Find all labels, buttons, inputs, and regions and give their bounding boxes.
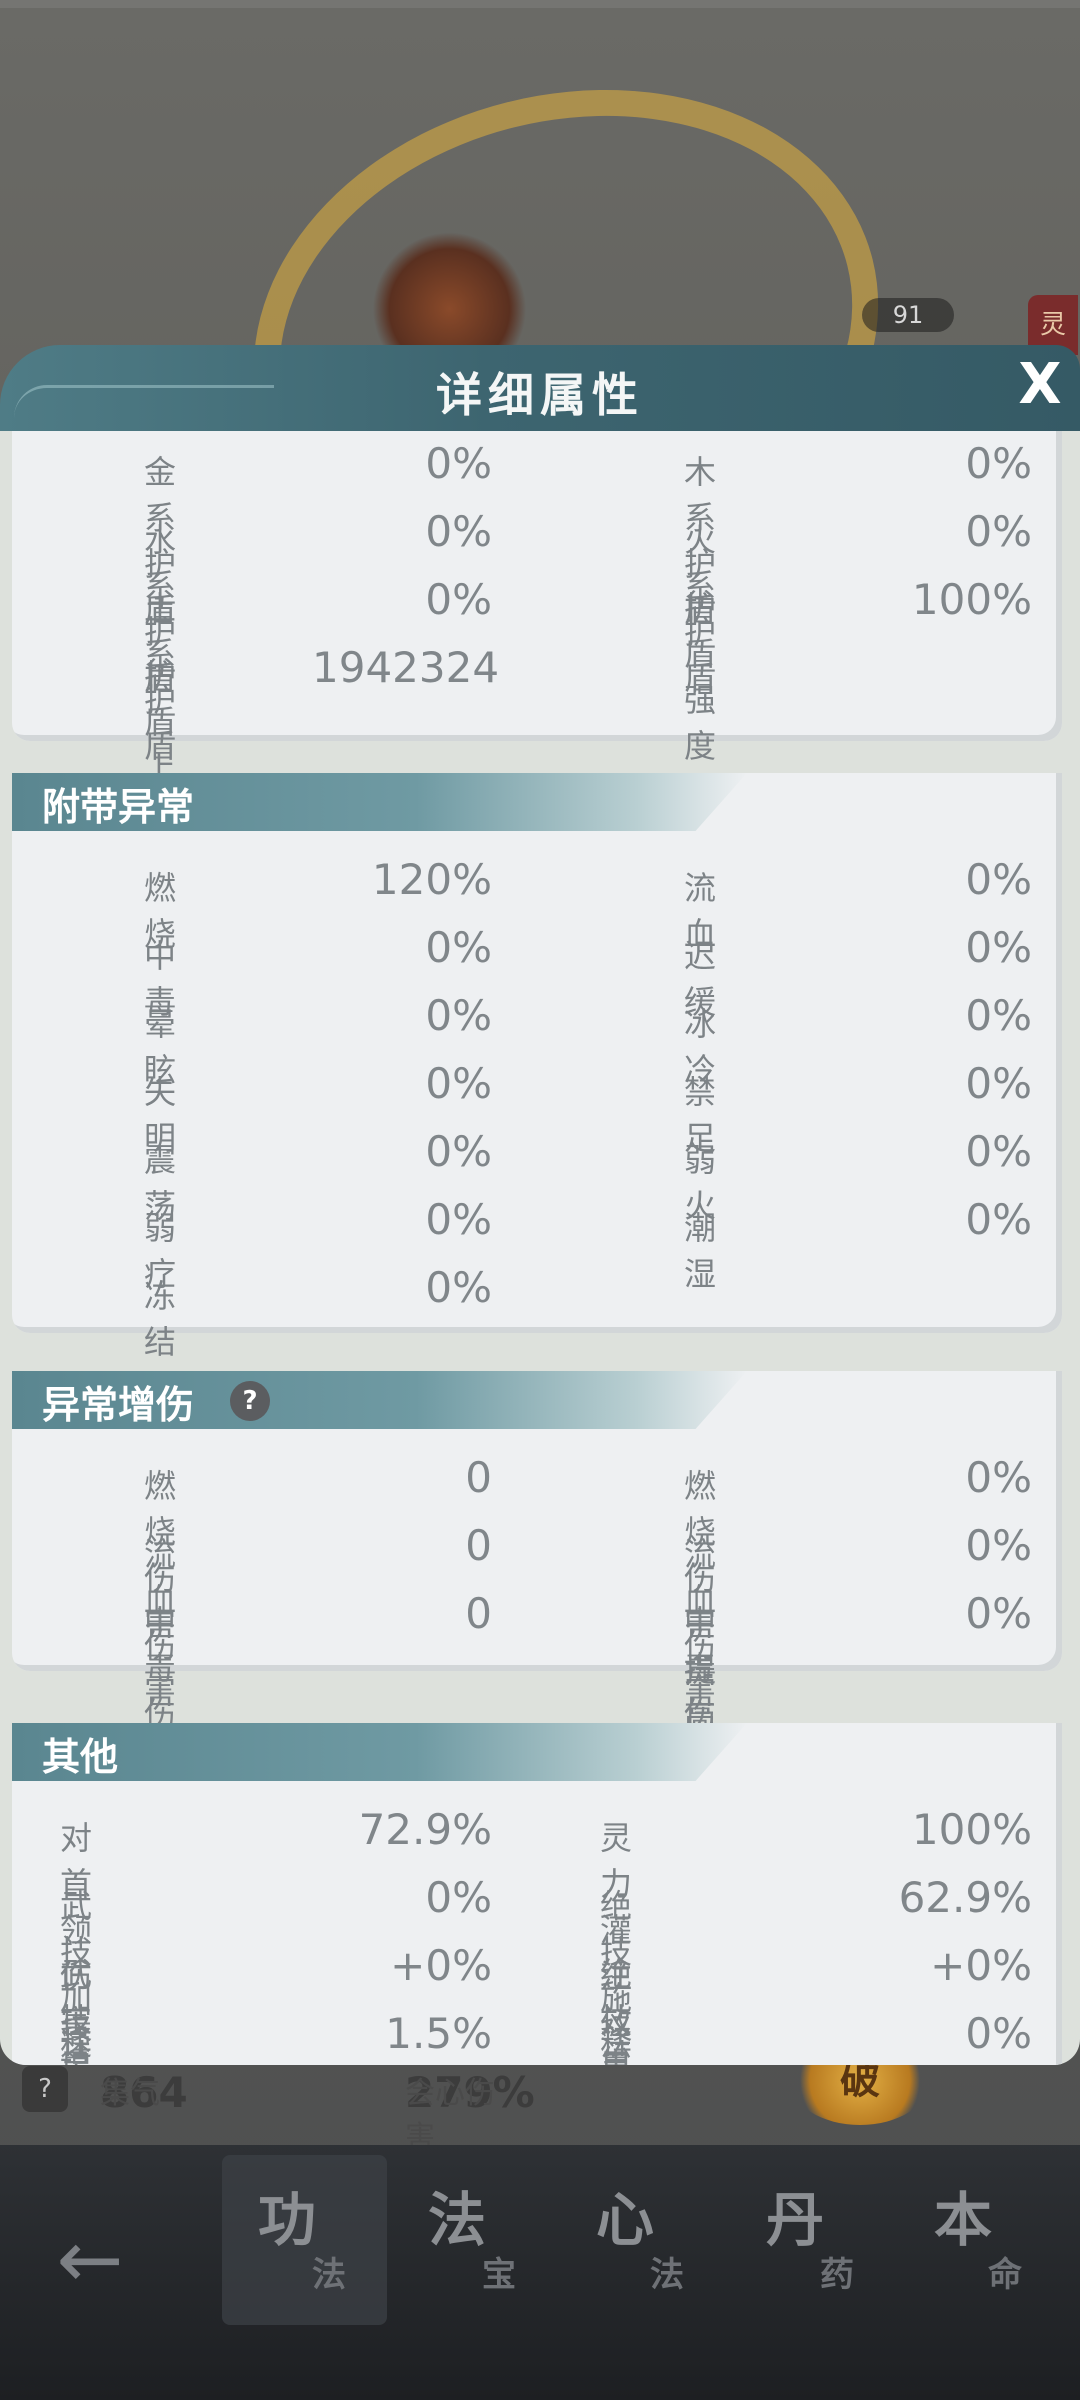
help-icon[interactable]: ? bbox=[230, 1381, 270, 1421]
help-icon[interactable]: ? bbox=[22, 2066, 68, 2112]
stat-value: 0% bbox=[965, 507, 1032, 556]
stat-value: 0% bbox=[425, 1873, 492, 1922]
stat-value: +0% bbox=[930, 1941, 1032, 1990]
tab-benming[interactable]: 本 命 bbox=[898, 2155, 1063, 2325]
stat-label: 释放武技恢复灵力 bbox=[600, 2023, 633, 2061]
level-badge: 91 bbox=[862, 298, 954, 332]
section-header: 附带异常 bbox=[12, 773, 747, 831]
stat-value: 0% bbox=[425, 439, 492, 488]
tab-fabao-sub: 宝 bbox=[482, 2255, 516, 2295]
stat-value: 0% bbox=[425, 1127, 492, 1176]
stat-label: 冻结 bbox=[144, 1277, 177, 1361]
status-bar bbox=[0, 0, 1080, 8]
stat-value: 1.5% bbox=[385, 2009, 492, 2058]
tab-xinfa-sub: 法 bbox=[650, 2255, 684, 2295]
stat-qi-label: 集气 bbox=[100, 2076, 160, 2111]
modal-title: 详细属性 bbox=[436, 368, 644, 422]
stat-value: 62.9% bbox=[898, 1873, 1032, 1922]
stat-value: 0% bbox=[425, 507, 492, 556]
stat-value: 1942324 bbox=[312, 643, 500, 692]
stat-value: 100% bbox=[911, 575, 1032, 624]
stat-value: 0% bbox=[965, 439, 1032, 488]
shield-section: 金系护盾 0% 木系护盾 0% 水系护盾 0% 火系护盾 0% 土系护盾 0% … bbox=[12, 431, 1062, 833]
tab-gongfa-char: 功 bbox=[258, 2186, 317, 2254]
status-effects-section: 附带异常 燃烧 120% 流血 0% 中毒 0% 迟缓 0% 晕眩 0% 冰冷 … bbox=[12, 773, 1062, 1361]
tab-danyao-sub: 药 bbox=[820, 2255, 854, 2295]
stat-crit-damage: 会心伤害 279% bbox=[405, 2068, 535, 2155]
stat-label: 潮湿 bbox=[684, 1209, 717, 1293]
bottom-nav: ← 功 法 法 宝 心 法 丹 药 本 命 bbox=[0, 2145, 1080, 2400]
tab-gongfa-sub: 法 bbox=[312, 2255, 346, 2295]
stat-value: 0% bbox=[965, 1059, 1032, 1108]
stat-value: 0% bbox=[965, 1521, 1032, 1570]
stat-value: 0 bbox=[465, 1453, 492, 1502]
tab-benming-sub: 命 bbox=[988, 2255, 1022, 2295]
section-header: 异常增伤 ? bbox=[12, 1371, 747, 1429]
tab-fabao[interactable]: 法 宝 bbox=[392, 2155, 557, 2325]
stat-value: 0% bbox=[965, 1195, 1032, 1244]
status-damage-section: 异常增伤 ? 燃烧伤害 0 燃烧伤害提高 0% 流血伤害 0 流血伤害提高 0%… bbox=[12, 1371, 1062, 1871]
stat-qi: 集气 864 bbox=[100, 2068, 188, 2117]
stat-value: +0% bbox=[390, 1941, 492, 1990]
tab-xinfa[interactable]: 心 法 bbox=[560, 2155, 725, 2325]
section-title: 异常增伤 bbox=[42, 1383, 195, 1427]
stat-label: 护盾强度 bbox=[684, 589, 717, 765]
tab-danyao[interactable]: 丹 药 bbox=[730, 2155, 895, 2325]
other-section: 其他 对首领伤害提高 72.9% 灵力灌注效果 100% 武技加速施展 0% 绝… bbox=[12, 1723, 1062, 2065]
stat-value: 0% bbox=[425, 991, 492, 1040]
stat-value: 0% bbox=[965, 855, 1032, 904]
section-title: 附带异常 bbox=[42, 785, 195, 829]
section-title: 其他 bbox=[42, 1735, 119, 1779]
stat-value: 72.9% bbox=[358, 1805, 492, 1854]
stat-value: 0% bbox=[425, 575, 492, 624]
stat-value: 120% bbox=[371, 855, 492, 904]
tab-danyao-char: 丹 bbox=[766, 2186, 825, 2254]
stat-value: 100% bbox=[911, 1805, 1032, 1854]
stat-value: 0% bbox=[965, 923, 1032, 972]
tab-gongfa[interactable]: 功 法 bbox=[222, 2155, 387, 2325]
detail-attributes-modal: 详细属性 X 金系护盾 0% 木系护盾 0% 水系护盾 0% 火系护盾 0% 土… bbox=[0, 345, 1080, 2065]
stat-value: 0% bbox=[965, 991, 1032, 1040]
tab-xinfa-char: 心 bbox=[596, 2186, 655, 2254]
stat-value: 0% bbox=[965, 2009, 1032, 2058]
tab-benming-char: 本 bbox=[934, 2186, 993, 2254]
stat-value: 0% bbox=[965, 1127, 1032, 1176]
modal-scroll-body[interactable]: 金系护盾 0% 木系护盾 0% 水系护盾 0% 火系护盾 0% 土系护盾 0% … bbox=[0, 431, 1080, 2065]
stat-value: 0% bbox=[425, 1263, 492, 1312]
stat-value: 0 bbox=[465, 1589, 492, 1638]
section-header: 其他 bbox=[12, 1723, 747, 1781]
tab-fabao-char: 法 bbox=[428, 2186, 487, 2254]
modal-header: 详细属性 X bbox=[0, 345, 1080, 431]
stat-value: 0% bbox=[425, 1195, 492, 1244]
stat-label: 释放武技恢复气血 bbox=[60, 2023, 93, 2061]
stat-value: 0% bbox=[425, 1059, 492, 1108]
close-button[interactable]: X bbox=[1012, 355, 1068, 415]
back-arrow-icon[interactable]: ← bbox=[40, 2195, 140, 2325]
stat-crit-label: 会心伤害 bbox=[405, 2076, 495, 2155]
stat-value: 0% bbox=[965, 1453, 1032, 1502]
stat-value: 0 bbox=[465, 1521, 492, 1570]
stat-value: 0% bbox=[965, 1589, 1032, 1638]
stat-value: 0% bbox=[425, 923, 492, 972]
